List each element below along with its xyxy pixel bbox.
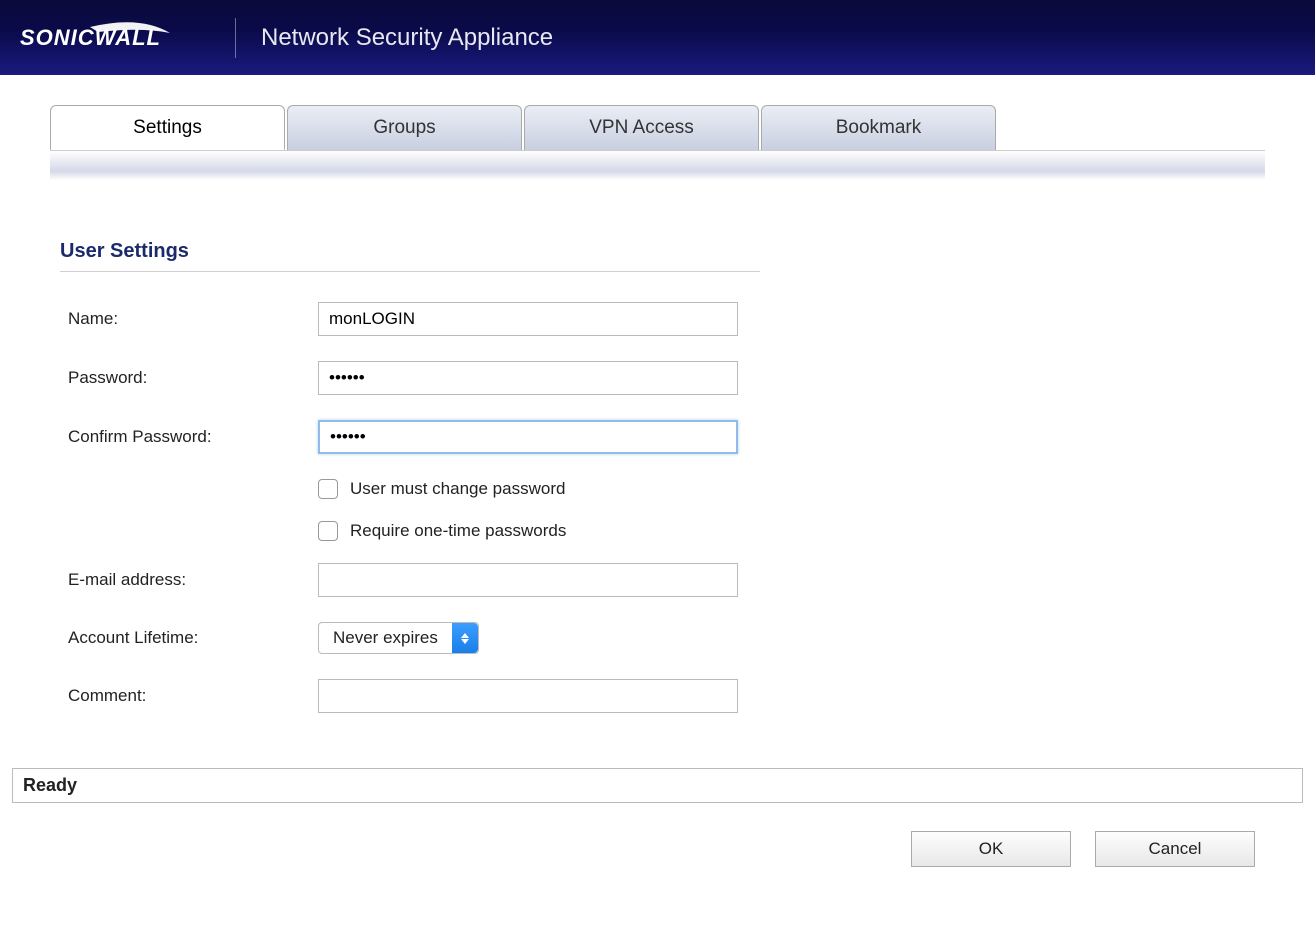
row-email: E-mail address: — [68, 563, 1265, 597]
require-otp-checkbox[interactable] — [318, 521, 338, 541]
tab-groups[interactable]: Groups — [287, 105, 522, 150]
cancel-button[interactable]: Cancel — [1095, 831, 1255, 867]
password-label: Password: — [68, 368, 318, 388]
comment-input[interactable] — [318, 679, 738, 713]
content-area: Settings Groups VPN Access Bookmark User… — [0, 75, 1315, 748]
app-header: SONICWALL Network Security Appliance — [0, 0, 1315, 75]
require-otp-label: Require one-time passwords — [350, 521, 566, 541]
lifetime-value: Never expires — [319, 628, 452, 648]
header-title: Network Security Appliance — [261, 24, 553, 52]
email-label: E-mail address: — [68, 570, 318, 590]
email-input[interactable] — [318, 563, 738, 597]
ok-button[interactable]: OK — [911, 831, 1071, 867]
row-require-otp: Require one-time passwords — [318, 521, 1265, 541]
tab-underbar — [50, 150, 1265, 180]
row-comment: Comment: — [68, 679, 1265, 713]
name-label: Name: — [68, 309, 318, 329]
header-divider — [235, 18, 236, 58]
tab-settings[interactable]: Settings — [50, 105, 285, 150]
status-bar: Ready — [12, 768, 1303, 803]
button-row: OK Cancel — [0, 803, 1315, 887]
confirm-password-label: Confirm Password: — [68, 427, 318, 447]
row-name: Name: — [68, 302, 1265, 336]
section-divider — [60, 271, 760, 272]
tab-vpn-access[interactable]: VPN Access — [524, 105, 759, 150]
section-title: User Settings — [60, 240, 1265, 263]
must-change-checkbox[interactable] — [318, 479, 338, 499]
tab-bar: Settings Groups VPN Access Bookmark — [50, 105, 1265, 150]
password-input[interactable] — [318, 361, 738, 395]
row-lifetime: Account Lifetime: Never expires — [68, 622, 1265, 654]
stepper-icon[interactable] — [452, 623, 478, 653]
lifetime-select[interactable]: Never expires — [318, 622, 479, 654]
brand-logo: SONICWALL — [20, 21, 210, 55]
arrow-down-icon — [461, 639, 469, 644]
confirm-password-input[interactable] — [318, 420, 738, 454]
row-password: Password: — [68, 361, 1265, 395]
row-confirm-password: Confirm Password: — [68, 420, 1265, 454]
row-must-change: User must change password — [318, 479, 1265, 499]
name-input[interactable] — [318, 302, 738, 336]
arrow-up-icon — [461, 633, 469, 638]
comment-label: Comment: — [68, 686, 318, 706]
must-change-label: User must change password — [350, 479, 565, 499]
tab-bookmark[interactable]: Bookmark — [761, 105, 996, 150]
lifetime-label: Account Lifetime: — [68, 628, 318, 648]
